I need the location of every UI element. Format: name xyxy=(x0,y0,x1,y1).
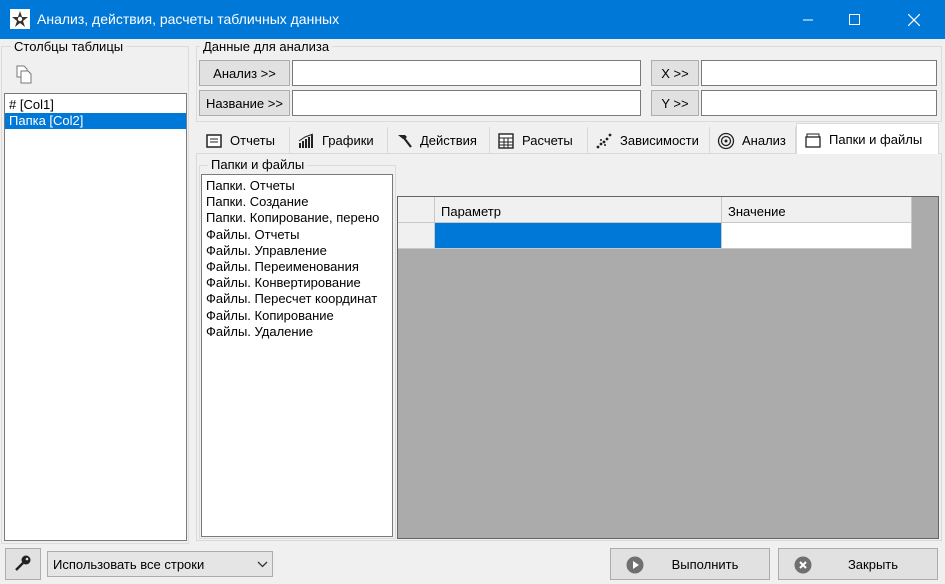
folder-files-icon xyxy=(803,131,823,149)
tab-reports[interactable]: Отчеты xyxy=(198,127,290,154)
tab-label: Расчеты xyxy=(522,133,573,148)
x-field[interactable] xyxy=(701,60,937,86)
analysis-button[interactable]: Анализ >> xyxy=(199,60,290,86)
play-icon xyxy=(626,556,644,577)
tab-charts[interactable]: Графики xyxy=(290,127,388,154)
hammer-icon xyxy=(394,132,414,150)
y-field[interactable] xyxy=(701,90,937,116)
chart-icon xyxy=(296,132,316,150)
folders-files-title: Папки и файлы xyxy=(208,157,308,172)
tab-label: Анализ xyxy=(742,133,786,148)
target-icon xyxy=(716,132,736,150)
table-columns-title: Столбцы таблицы xyxy=(11,39,127,54)
close-window-button[interactable] xyxy=(891,0,937,39)
tab-calculations[interactable]: Расчеты xyxy=(490,127,588,154)
list-item[interactable]: Папки. Отчеты xyxy=(202,178,392,194)
grid-row-header[interactable] xyxy=(398,223,435,249)
list-item[interactable]: Файлы. Отчеты xyxy=(202,227,392,243)
run-button[interactable]: Выполнить xyxy=(610,548,770,580)
operations-list[interactable]: Папки. Отчеты Папки. Создание Папки. Коп… xyxy=(201,174,393,537)
run-button-label: Выполнить xyxy=(671,556,739,572)
grid-cell-parameter[interactable] xyxy=(435,223,722,249)
key-icon xyxy=(14,554,32,575)
scatter-icon xyxy=(594,132,614,150)
close-button[interactable]: Закрыть xyxy=(778,548,938,580)
chevron-down-icon xyxy=(252,561,272,568)
list-item[interactable]: Папки. Копирование, перено xyxy=(202,210,392,226)
name-button[interactable]: Название >> xyxy=(199,90,290,116)
column-item-selected[interactable]: Папка [Col2] xyxy=(5,113,186,130)
list-item[interactable]: Файлы. Переименования xyxy=(202,259,392,275)
reports-icon xyxy=(204,132,224,150)
list-item[interactable]: Файлы. Конвертирование xyxy=(202,275,392,291)
minimize-button[interactable] xyxy=(785,0,831,39)
tab-label: Графики xyxy=(322,133,374,148)
title-bar: Анализ, действия, расчеты табличных данн… xyxy=(0,0,945,39)
y-button[interactable]: Y >> xyxy=(651,90,699,116)
column-item[interactable]: # [Col1] xyxy=(5,97,186,113)
list-item[interactable]: Файлы. Удаление xyxy=(202,324,392,340)
splitter[interactable] xyxy=(191,42,195,542)
tab-label: Действия xyxy=(420,133,477,148)
grid-toolbar-area xyxy=(398,158,938,198)
maximize-button[interactable] xyxy=(831,0,877,39)
list-item[interactable]: Файлы. Пересчет координат xyxy=(202,291,392,307)
tab-dependencies[interactable]: Зависимости xyxy=(588,127,710,154)
parameters-grid[interactable]: Параметр Значение xyxy=(397,196,939,539)
rows-select[interactable]: Использовать все строки xyxy=(47,551,273,577)
list-item[interactable]: Файлы. Копирование xyxy=(202,308,392,324)
grid-header-parameter[interactable]: Параметр xyxy=(435,197,722,223)
close-button-label: Закрыть xyxy=(847,556,899,572)
close-circle-icon xyxy=(794,556,812,577)
key-button[interactable] xyxy=(5,548,41,580)
tab-label: Отчеты xyxy=(230,133,275,148)
grid-cell-value[interactable] xyxy=(722,223,912,249)
x-button[interactable]: X >> xyxy=(651,60,699,86)
calculator-icon xyxy=(496,132,516,150)
grid-header-value[interactable]: Значение xyxy=(722,197,912,223)
copy-icon[interactable] xyxy=(14,64,34,84)
tab-folders-files[interactable]: Папки и файлы xyxy=(796,123,939,155)
tab-label: Зависимости xyxy=(620,133,699,148)
list-item[interactable]: Папки. Создание xyxy=(202,194,392,210)
list-item[interactable]: Файлы. Управление xyxy=(202,243,392,259)
analysis-field[interactable] xyxy=(292,60,641,86)
app-icon xyxy=(10,9,30,29)
analysis-data-title: Данные для анализа xyxy=(200,39,333,54)
name-field[interactable] xyxy=(292,90,641,116)
tab-analysis[interactable]: Анализ xyxy=(710,127,796,154)
columns-list[interactable]: # [Col1] Папка [Col2] xyxy=(4,93,187,541)
rows-select-value: Использовать все строки xyxy=(53,556,205,572)
window-title: Анализ, действия, расчеты табличных данн… xyxy=(37,11,340,27)
grid-corner xyxy=(398,197,435,223)
tab-label: Папки и файлы xyxy=(829,132,923,147)
tab-actions[interactable]: Действия xyxy=(388,127,490,154)
